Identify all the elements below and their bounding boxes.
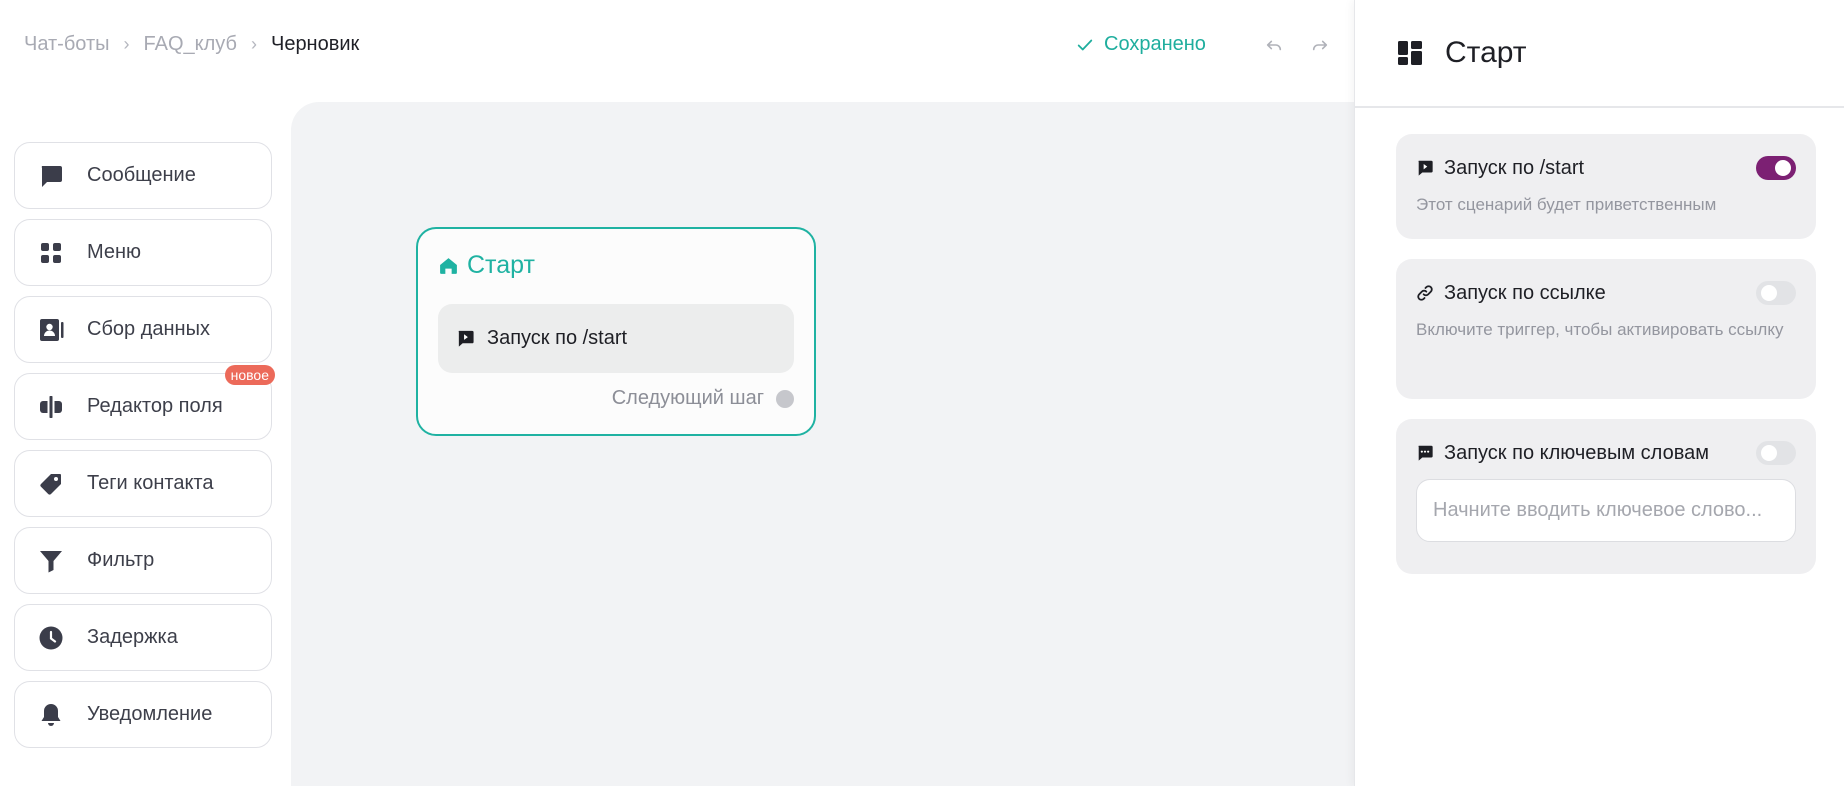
- sidebar-item-message[interactable]: Сообщение: [14, 142, 272, 209]
- trigger-card-link: Запуск по ссылке Включите триггер, чтобы…: [1396, 259, 1816, 399]
- start-trigger-label: Запуск по /start: [487, 327, 628, 349]
- start-node-title: Старт: [438, 251, 535, 280]
- sidebar-item-contact-tags[interactable]: Теги контакта: [14, 450, 272, 517]
- breadcrumb-bot[interactable]: FAQ_клуб: [144, 33, 237, 56]
- breadcrumb-current: Черновик: [270, 33, 360, 55]
- toggle-knob: [1761, 285, 1777, 301]
- start-trigger-item[interactable]: Запуск по /start: [438, 304, 794, 373]
- filter-icon: [37, 547, 65, 575]
- block-palette: Сообщение Меню Сбор данных Редактор поля…: [14, 142, 275, 758]
- sidebar-item-notification[interactable]: Уведомление: [14, 681, 272, 748]
- sidebar-item-field-editor[interactable]: Редактор поля новое: [14, 365, 275, 440]
- next-step-label: Следующий шаг: [611, 387, 764, 409]
- breadcrumb: Чат-боты › FAQ_клуб › Черновик: [24, 33, 359, 56]
- trigger-card-title: Запуск по /start: [1444, 156, 1585, 179]
- toggle-knob: [1761, 445, 1777, 461]
- sidebar-item-delay[interactable]: Задержка: [14, 604, 272, 671]
- trigger-card-description: Включите триггер, чтобы активировать ссы…: [1416, 320, 1784, 339]
- keywords-trigger-toggle[interactable]: [1756, 441, 1796, 465]
- trigger-card-title: Запуск по ключевым словам: [1444, 441, 1709, 464]
- dashboard-icon: [1398, 41, 1422, 65]
- sidebar-item-label: Фильтр: [87, 549, 155, 571]
- sidebar-item-label: Теги контакта: [87, 472, 214, 494]
- save-status-label: Сохранено: [1104, 33, 1206, 55]
- sidebar-item-label: Сбор данных: [87, 318, 210, 340]
- flow-canvas[interactable]: Старт Запуск по /start Следующий шаг: [291, 102, 1354, 786]
- menu-grid-icon: [37, 239, 65, 267]
- new-badge: новое: [224, 365, 275, 385]
- home-icon: [440, 258, 457, 274]
- properties-panel: Старт Запуск по /start Этот сценарий буд…: [1354, 0, 1844, 786]
- next-step-connector[interactable]: [776, 389, 794, 408]
- sidebar-item-data-collection[interactable]: Сбор данных: [14, 296, 272, 363]
- sidebar-item-label: Меню: [87, 241, 142, 263]
- start-node-label: Старт: [467, 251, 535, 279]
- sidebar-item-label: Редактор поля: [87, 395, 223, 417]
- field-editor-icon: [37, 393, 65, 421]
- bell-icon: [37, 701, 65, 729]
- redo-button[interactable]: [1310, 35, 1330, 55]
- tag-icon: [37, 470, 65, 498]
- sidebar-item-menu[interactable]: Меню: [14, 219, 272, 286]
- trigger-card-header: Запуск по ссылке: [1416, 281, 1796, 305]
- clock-icon: [37, 624, 65, 652]
- keyword-input[interactable]: [1416, 479, 1796, 542]
- check-icon: [1077, 39, 1093, 50]
- link-trigger-toggle[interactable]: [1756, 281, 1796, 305]
- trigger-card-start: Запуск по /start Этот сценарий будет при…: [1396, 134, 1816, 239]
- contact-card-icon: [37, 316, 65, 344]
- start-trigger-toggle[interactable]: [1756, 156, 1796, 180]
- sidebar-item-filter[interactable]: Фильтр: [14, 527, 272, 594]
- undo-icon: [1266, 40, 1282, 51]
- breadcrumb-chatbots[interactable]: Чат-боты: [24, 33, 110, 56]
- trigger-card-header: Запуск по /start: [1416, 156, 1796, 180]
- trigger-card-title: Запуск по ссылке: [1444, 281, 1606, 304]
- chevron-right-icon: ›: [250, 34, 257, 54]
- next-step: Следующий шаг: [612, 387, 794, 410]
- trigger-card-header: Запуск по ключевым словам: [1416, 441, 1796, 465]
- panel-header: Старт: [1355, 0, 1844, 108]
- trigger-card-description: Этот сценарий будет приветственным: [1416, 195, 1717, 214]
- command-icon: [1418, 160, 1433, 176]
- sidebar-item-label: Уведомление: [87, 703, 213, 725]
- trigger-card-keywords: Запуск по ключевым словам: [1396, 419, 1816, 574]
- sidebar-item-label: Сообщение: [87, 164, 196, 186]
- save-status: Сохранено: [1076, 33, 1206, 56]
- link-icon: [1417, 285, 1433, 301]
- redo-icon: [1312, 40, 1328, 51]
- toggle-knob: [1775, 160, 1791, 176]
- start-node[interactable]: Старт Запуск по /start Следующий шаг: [416, 227, 816, 436]
- message-icon: [37, 162, 65, 190]
- top-bar: Чат-боты › FAQ_клуб › Черновик Сохранено: [0, 0, 1354, 92]
- undo-button[interactable]: [1264, 35, 1284, 55]
- chevron-right-icon: ›: [123, 34, 130, 54]
- command-icon: [458, 330, 474, 347]
- panel-title: Старт: [1445, 36, 1527, 69]
- chat-bubble-icon: [1418, 445, 1433, 461]
- sidebar-item-label: Задержка: [87, 626, 178, 648]
